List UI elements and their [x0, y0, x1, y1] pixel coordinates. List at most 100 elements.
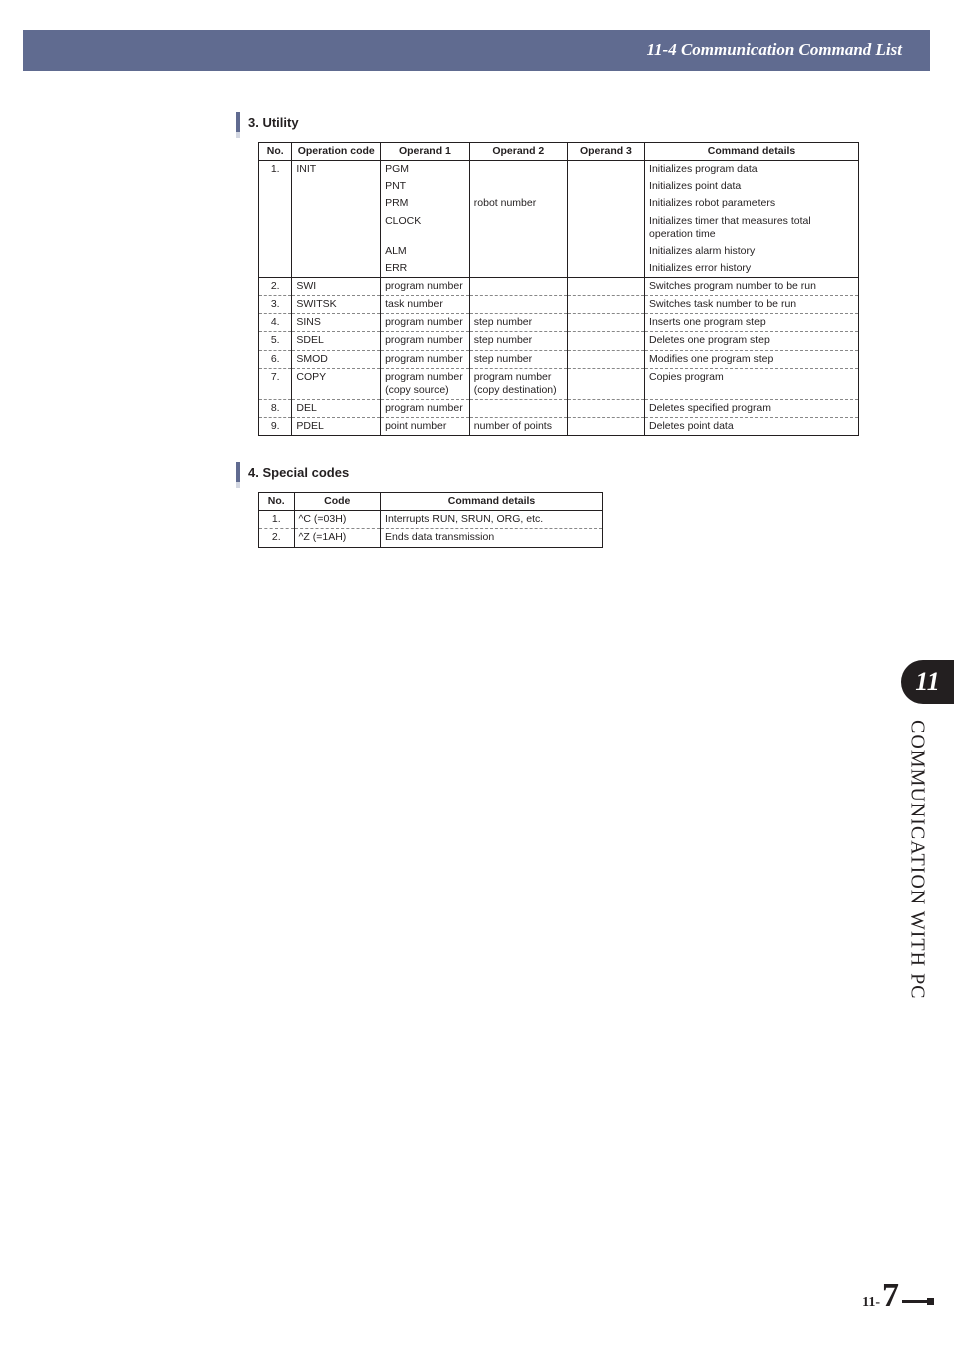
cell	[567, 399, 644, 417]
table-row: 2.^Z (=1AH)Ends data transmission	[259, 529, 603, 547]
cell	[259, 195, 292, 212]
utility-table: No. Operation code Operand 1 Operand 2 O…	[258, 142, 859, 436]
cell	[469, 161, 567, 179]
header-title: 11-4 Communication Command List	[646, 40, 902, 60]
table-row: 9.PDELpoint numbernumber of points Delete…	[259, 418, 859, 436]
th-no: No.	[259, 493, 295, 511]
cell: Initializes point data	[645, 178, 859, 195]
cell	[469, 278, 567, 296]
cell: robot number	[469, 195, 567, 212]
cell	[259, 213, 292, 243]
cell: CLOCK	[381, 213, 470, 243]
cell	[567, 350, 644, 368]
cell	[292, 213, 381, 243]
cell: program number	[381, 399, 470, 417]
chapter-tab: 11	[901, 660, 954, 704]
footer-line-icon	[902, 1300, 932, 1303]
cell	[567, 161, 644, 179]
th-no: No.	[259, 143, 292, 161]
cell	[469, 296, 567, 314]
cell	[567, 243, 644, 260]
section-utility: 3. Utility No. Operation code Operand 1 …	[236, 112, 860, 436]
section-marker-icon	[236, 112, 240, 132]
cell	[292, 260, 381, 278]
section-title: Special codes	[262, 465, 349, 480]
cell: step number	[469, 332, 567, 350]
cell: Initializes error history	[645, 260, 859, 278]
cell: 9.	[259, 418, 292, 436]
th-cd: Code	[294, 493, 381, 511]
cell: Inserts one program step	[645, 314, 859, 332]
cell: point number	[381, 418, 470, 436]
section-special-codes: 4. Special codes No. Code Command detail…	[236, 462, 860, 547]
cell: Switches program number to be run	[645, 278, 859, 296]
cell: 4.	[259, 314, 292, 332]
chapter-title-vertical: COMMUNICATION WITH PC	[903, 720, 931, 1070]
cell: Modifies one program step	[645, 350, 859, 368]
page-footer: 11- 7	[862, 1277, 899, 1315]
cell: 7.	[259, 368, 292, 399]
cell: program number (copy source)	[381, 368, 470, 399]
cell	[567, 296, 644, 314]
cell: step number	[469, 314, 567, 332]
cell: 1.	[259, 511, 295, 529]
table-row: 4.SINSprogram numberstep numberInserts o…	[259, 314, 859, 332]
cell: PNT	[381, 178, 470, 195]
table-row: 2.SWIprogram number Switches program numb…	[259, 278, 859, 296]
th-dt: Command details	[645, 143, 859, 161]
cell: Ends data transmission	[381, 529, 603, 547]
cell: 6.	[259, 350, 292, 368]
section-title: Utility	[262, 115, 298, 130]
cell: program number	[381, 314, 470, 332]
table-row: 8.DELprogram numberDeletes specified pro…	[259, 399, 859, 417]
cell: number of points	[469, 418, 567, 436]
cell	[567, 260, 644, 278]
page-number: 7	[882, 1277, 899, 1315]
table-row: PNT Initializes point data	[259, 178, 859, 195]
table-row: CLOCKInitializes timer that measures tot…	[259, 213, 859, 243]
cell	[292, 243, 381, 260]
cell	[259, 243, 292, 260]
cell: ALM	[381, 243, 470, 260]
cell	[567, 178, 644, 195]
cell: INIT	[292, 161, 381, 179]
cell	[259, 260, 292, 278]
cell: program number	[381, 350, 470, 368]
cell	[259, 178, 292, 195]
cell: Deletes point data	[645, 418, 859, 436]
cell	[567, 314, 644, 332]
cell	[469, 178, 567, 195]
cell: Initializes program data	[645, 161, 859, 179]
cell: SMOD	[292, 350, 381, 368]
cell: COPY	[292, 368, 381, 399]
th-dt: Command details	[381, 493, 603, 511]
special-codes-table: No. Code Command details 1.^C (=03H)Inte…	[258, 492, 603, 547]
cell: 1.	[259, 161, 292, 179]
th-o1: Operand 1	[381, 143, 470, 161]
cell: PRM	[381, 195, 470, 212]
cell	[469, 260, 567, 278]
cell: Interrupts RUN, SRUN, ORG, etc.	[381, 511, 603, 529]
main-content: 3. Utility No. Operation code Operand 1 …	[236, 112, 860, 574]
cell: DEL	[292, 399, 381, 417]
th-o2: Operand 2	[469, 143, 567, 161]
cell: SWITSK	[292, 296, 381, 314]
cell: PDEL	[292, 418, 381, 436]
cell	[292, 178, 381, 195]
cell: 2.	[259, 278, 292, 296]
cell: SDEL	[292, 332, 381, 350]
cell: Initializes robot parameters	[645, 195, 859, 212]
cell: task number	[381, 296, 470, 314]
table-row: 6.SMODprogram numberstep numberModifies …	[259, 350, 859, 368]
cell	[469, 399, 567, 417]
th-o3: Operand 3	[567, 143, 644, 161]
cell: ^C (=03H)	[294, 511, 381, 529]
cell	[567, 195, 644, 212]
cell	[292, 195, 381, 212]
cell: ^Z (=1AH)	[294, 529, 381, 547]
table-row: 3.SWITSKtask numberSwitches task number …	[259, 296, 859, 314]
cell: program number	[381, 278, 470, 296]
cell: SWI	[292, 278, 381, 296]
th-op: Operation code	[292, 143, 381, 161]
cell	[567, 213, 644, 243]
